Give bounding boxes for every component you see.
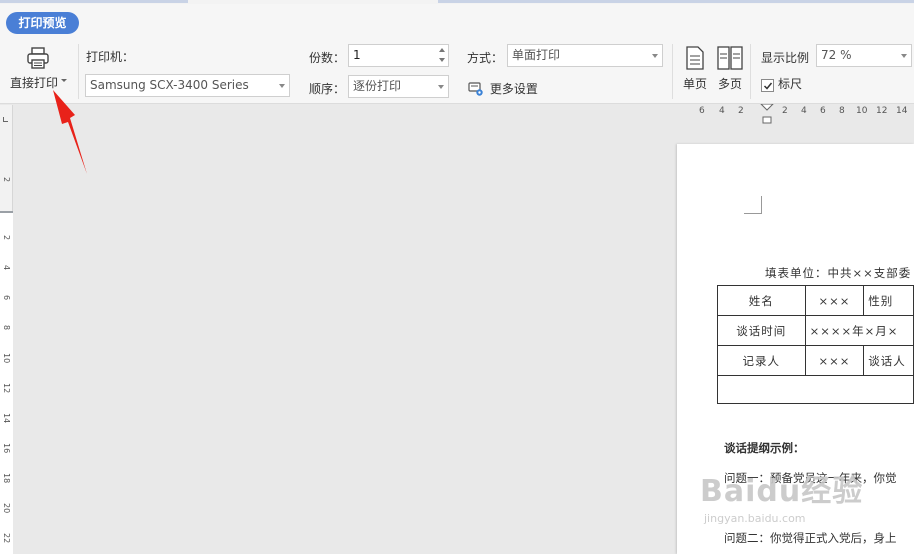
ruler-tick: 22 xyxy=(2,533,11,544)
printer-select[interactable]: Samsung SCX-3400 Series xyxy=(85,74,290,97)
stepper-down-icon[interactable] xyxy=(439,58,445,62)
chevron-down-icon xyxy=(901,54,907,58)
ruler-corner-mark xyxy=(3,117,8,122)
printer-value: Samsung SCX-3400 Series xyxy=(90,78,249,92)
ruler-tick: 6 xyxy=(2,295,11,301)
multi-page-button[interactable]: 多页 xyxy=(714,46,746,96)
ruler-tick: 4 xyxy=(719,106,725,116)
table-cell: 谈话时间 xyxy=(717,315,806,346)
ruler-tick: 2 xyxy=(738,106,744,116)
table-cell: 记录人 xyxy=(717,345,806,376)
ruler-tick: 2 xyxy=(782,106,788,116)
table-cell: 性别 xyxy=(863,285,914,316)
ruler-tick: 20 xyxy=(2,503,11,514)
order-label: 顺序： xyxy=(309,82,346,96)
print-preview-ribbon: 打印预览 直接打印 打印机： Samsung SCX-3400 Series 份… xyxy=(0,4,914,104)
table-cell: ××××年×月× xyxy=(804,315,914,346)
ruler-tick: 18 xyxy=(2,473,11,484)
copies-label: 份数： xyxy=(309,51,346,65)
table-row xyxy=(717,375,914,404)
table-cell: ××× xyxy=(804,345,865,376)
settings-icon xyxy=(468,81,483,96)
divider xyxy=(672,44,673,99)
order-select[interactable]: 逐份打印 xyxy=(348,75,449,98)
table-cell: ××× xyxy=(804,285,865,316)
printer-label: 打印机： xyxy=(86,50,135,64)
divider xyxy=(78,44,79,99)
ruler-tick: 16 xyxy=(2,443,11,454)
question-2: 问题二：你觉得正式入党后，身上 xyxy=(724,531,897,545)
conversation-record-table: 姓名 ××× 性别 谈话时间 ××××年×月× 记录人 ××× 谈话人 xyxy=(717,285,914,404)
copies-value: 1 xyxy=(353,48,361,62)
more-settings-button[interactable]: 更多设置 xyxy=(468,80,538,98)
ruler-tick: 12 xyxy=(876,106,888,116)
horizontal-ruler: 6 4 2 2 4 6 8 10 12 14 xyxy=(677,104,914,124)
printer-icon xyxy=(27,47,49,69)
mode-value: 单面打印 xyxy=(512,48,561,62)
ruler-tick: 4 xyxy=(2,265,11,271)
ruler-checkbox[interactable] xyxy=(761,79,774,92)
ruler-tick: 10 xyxy=(856,106,868,116)
chevron-down-icon xyxy=(652,54,658,58)
table-cell: 姓名 xyxy=(717,285,806,316)
vertical-ruler: 2 2 4 6 8 10 12 14 16 18 20 22 xyxy=(0,105,13,554)
table-row: 记录人 ××× 谈话人 xyxy=(717,345,914,376)
ruler-tick: 12 xyxy=(2,383,11,394)
multi-page-icon xyxy=(717,46,743,70)
indent-marker-icon[interactable] xyxy=(760,104,776,124)
single-page-icon xyxy=(686,46,704,70)
mode-select[interactable]: 单面打印 xyxy=(507,44,663,67)
mode-label: 方式： xyxy=(467,51,504,65)
watermark-url: jingyan.baidu.com xyxy=(704,512,806,525)
tab-indicator-right xyxy=(438,0,914,3)
watermark: Baidu经验 jingyan.baidu.com xyxy=(700,466,864,525)
table-cell-empty xyxy=(717,375,914,404)
watermark-logo: Baidu经验 xyxy=(700,474,864,509)
ruler-tick: 14 xyxy=(2,413,11,424)
ruler-tick: 8 xyxy=(2,325,11,331)
stepper-up-icon[interactable] xyxy=(439,48,445,52)
ruler-tick: 14 xyxy=(896,106,908,116)
table-cell: 谈话人 xyxy=(863,345,914,376)
print-preview-tab[interactable]: 打印预览 xyxy=(6,12,79,34)
ruler-tick: 2 xyxy=(2,177,11,183)
zoom-value: 72 % xyxy=(821,48,852,62)
table-row: 谈话时间 ××××年×月× xyxy=(717,315,914,346)
zoom-label: 显示比例 xyxy=(761,51,810,65)
ruler-tick: 2 xyxy=(2,235,11,241)
tips-title: 谈话提纲示例： xyxy=(724,441,805,455)
unit-line: 填表单位：中共××支部委 xyxy=(765,266,912,280)
tab-indicator-left xyxy=(0,0,188,3)
margin-corner-mark xyxy=(744,196,762,214)
more-settings-label: 更多设置 xyxy=(489,82,538,96)
table-row: 姓名 ××× 性别 xyxy=(717,285,914,316)
copies-stepper[interactable]: 1 xyxy=(348,44,449,67)
single-page-button[interactable]: 单页 xyxy=(679,46,711,96)
order-value: 逐份打印 xyxy=(353,79,402,93)
ruler-tick: 10 xyxy=(2,353,11,364)
check-icon xyxy=(763,82,773,90)
ruler-tick: 8 xyxy=(839,106,845,116)
multi-page-label: 多页 xyxy=(717,77,742,91)
ruler-label: 标尺 xyxy=(778,77,803,91)
ruler-tick: 6 xyxy=(699,106,705,116)
single-page-label: 单页 xyxy=(682,77,707,91)
ruler-tick: 6 xyxy=(820,106,826,116)
divider xyxy=(750,44,751,99)
direct-print-label: 直接打印 xyxy=(10,76,59,90)
chevron-down-icon xyxy=(279,84,285,88)
direct-print-button[interactable]: 直接打印 xyxy=(6,44,70,96)
ruler-tick: 4 xyxy=(801,106,807,116)
chevron-down-icon[interactable] xyxy=(61,79,67,82)
chevron-down-icon xyxy=(438,85,444,89)
zoom-select[interactable]: 72 % xyxy=(816,44,912,67)
